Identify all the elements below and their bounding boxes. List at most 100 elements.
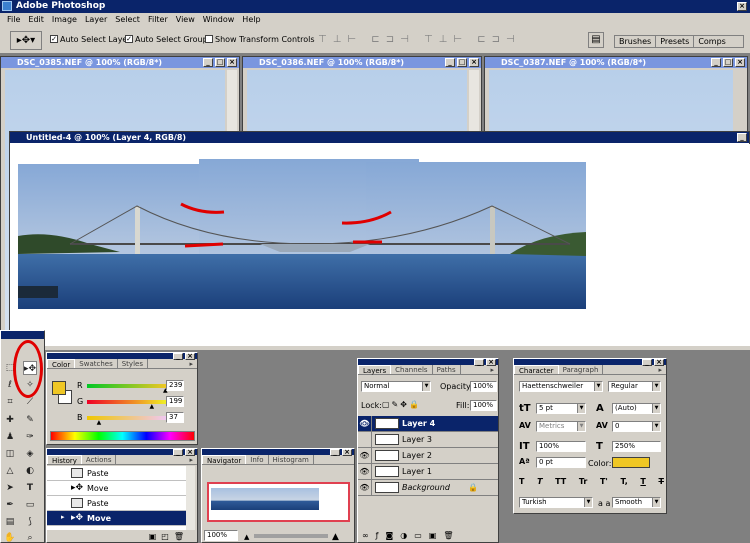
minimize-button[interactable]: _ <box>737 133 747 142</box>
layer-row[interactable]: Layer 3 <box>358 431 498 448</box>
navigator-preview[interactable] <box>207 482 350 522</box>
mask-icon[interactable]: ◙ <box>386 531 401 540</box>
history-item[interactable]: ▸ ▸✥ Move <box>47 511 187 526</box>
tab-navigator[interactable]: Navigator <box>202 455 247 465</box>
fill-field[interactable]: 100% <box>470 400 497 411</box>
eyedropper-tool-icon[interactable]: ⟆ <box>23 515 37 529</box>
align-buttons[interactable]: ⊤⊥⊢ ⊏⊐⊣ ⊤⊥⊢ ⊏⊐⊣ <box>318 34 573 46</box>
blue-value-field[interactable]: 37 <box>166 412 184 423</box>
zoom-out-icon[interactable]: ▲ <box>244 533 249 541</box>
minimize-button[interactable]: _ <box>445 58 455 67</box>
tracking-field[interactable]: 0 ▼ <box>612 421 661 432</box>
app-close-button[interactable]: × <box>737 2 747 11</box>
healing-brush-tool-icon[interactable]: ✚ <box>3 413 17 427</box>
history-item[interactable]: ▸✥ Move <box>47 481 187 496</box>
baseline-shift-field[interactable]: 0 pt <box>536 457 586 468</box>
menu-layer[interactable]: Layer <box>81 13 111 27</box>
notes-tool-icon[interactable]: ▤ <box>3 515 17 529</box>
lock-buttons[interactable]: ▢✎✥🔒 <box>382 400 421 409</box>
panel-menu-icon[interactable]: ▸ <box>185 359 197 368</box>
zoom-tool-icon[interactable]: ⌕ <box>23 531 37 543</box>
eraser-tool-icon[interactable]: ◫ <box>3 447 17 461</box>
subscript-button[interactable]: T, <box>620 477 627 489</box>
menu-select[interactable]: Select <box>111 13 144 27</box>
panel-close-button[interactable]: × <box>185 353 195 360</box>
tab-history[interactable]: History <box>47 455 82 465</box>
green-value-field[interactable]: 199 <box>166 396 184 407</box>
menu-help[interactable]: Help <box>238 13 264 27</box>
all-caps-button[interactable]: TT <box>555 477 566 489</box>
shape-tool-icon[interactable]: ▭ <box>23 498 37 512</box>
close-button[interactable]: × <box>735 58 745 67</box>
menu-file[interactable]: File <box>3 13 24 27</box>
document-window-untitled4[interactable]: Untitled-4 @ 100% (Layer 4, RGB/8) _ <box>9 131 750 347</box>
brush-tool-icon[interactable]: ✎ <box>23 413 37 427</box>
panel-minimize-button[interactable]: _ <box>474 359 484 366</box>
dodge-tool-icon[interactable]: ◐ <box>23 464 37 478</box>
visibility-eye-icon[interactable]: 👁 <box>358 463 372 480</box>
panel-close-button[interactable]: × <box>342 449 352 456</box>
faux-bold-button[interactable]: T <box>519 477 524 489</box>
auto-select-groups-checkbox[interactable]: ✓ <box>125 35 133 43</box>
red-slider[interactable] <box>87 384 171 388</box>
tab-color[interactable]: Color <box>47 359 76 369</box>
red-value-field[interactable]: 239 <box>166 380 184 391</box>
trash-icon[interactable]: 🗑 <box>443 531 460 540</box>
tab-styles[interactable]: Styles <box>118 359 148 368</box>
auto-select-layer-checkbox[interactable]: ✓ <box>50 35 58 43</box>
opacity-field[interactable]: 100% <box>470 381 497 392</box>
kerning-field[interactable]: Metrics ▼ <box>536 421 586 432</box>
palette-well-icon[interactable]: ▤ <box>588 32 604 48</box>
visibility-eye-icon[interactable]: 👁 <box>358 479 372 496</box>
minimize-button[interactable]: _ <box>203 58 213 67</box>
menu-edit[interactable]: Edit <box>24 13 48 27</box>
navigator-zoom-field[interactable]: 100% <box>204 530 238 541</box>
color-spectrum-ramp[interactable] <box>50 431 195 441</box>
panel-close-button[interactable]: × <box>486 359 496 366</box>
vertical-scale-field[interactable]: 100% <box>536 441 586 452</box>
tab-swatches[interactable]: Swatches <box>75 359 118 368</box>
new-document-from-state-icon[interactable]: ▣ <box>149 532 162 541</box>
panel-close-button[interactable]: × <box>654 359 664 366</box>
strikethrough-button[interactable]: T <box>658 477 663 489</box>
blend-mode-select[interactable]: Normal ▼ <box>361 381 431 392</box>
trash-icon[interactable]: 🗑 <box>174 532 189 541</box>
close-button[interactable]: × <box>469 58 479 67</box>
layer-row[interactable]: 👁 Layer 2 <box>358 447 498 464</box>
menu-image[interactable]: Image <box>48 13 81 27</box>
faux-italic-button[interactable]: T <box>537 477 542 489</box>
clone-stamp-tool-icon[interactable]: ♟ <box>3 430 17 444</box>
show-transform-checkbox[interactable] <box>205 35 213 43</box>
panorama-canvas[interactable] <box>10 144 750 347</box>
language-select[interactable]: Turkish ▼ <box>519 497 593 508</box>
palette-tab-presets[interactable]: Presets <box>656 36 695 47</box>
panel-minimize-button[interactable]: _ <box>173 449 183 456</box>
tab-info[interactable]: Info <box>246 455 269 464</box>
layer-row[interactable]: 👁 Layer 4 <box>358 415 498 432</box>
palette-tab-comps[interactable]: Comps <box>694 36 730 47</box>
blur-tool-icon[interactable]: △ <box>3 464 17 478</box>
panel-menu-icon[interactable]: ▸ <box>486 365 498 374</box>
tab-paths[interactable]: Paths <box>433 365 461 374</box>
panel-close-button[interactable]: × <box>185 449 195 456</box>
paint-bucket-tool-icon[interactable]: ◈ <box>23 447 37 461</box>
visibility-eye-icon[interactable] <box>358 431 372 448</box>
superscript-button[interactable]: T' <box>600 477 608 489</box>
panel-menu-icon[interactable]: ▸ <box>185 455 197 464</box>
menu-filter[interactable]: Filter <box>144 13 172 27</box>
path-selection-tool-icon[interactable]: ➤ <box>3 481 17 495</box>
close-button[interactable]: × <box>227 58 237 67</box>
visibility-eye-icon[interactable]: 👁 <box>358 447 372 464</box>
horizontal-scale-field[interactable]: 250% <box>612 441 661 452</box>
text-color-swatch[interactable] <box>612 457 650 468</box>
layer-row[interactable]: 👁 Background 🔒 <box>358 479 498 496</box>
new-layer-icon[interactable]: ▣ <box>429 531 444 540</box>
new-snapshot-icon[interactable]: ◰ <box>161 532 174 541</box>
font-style-select[interactable]: Regular ▼ <box>608 381 661 392</box>
tool-preset-picker[interactable]: ▸✥▾ <box>10 31 42 50</box>
tab-layers[interactable]: Layers <box>358 365 392 375</box>
tab-actions[interactable]: Actions <box>82 455 117 464</box>
green-slider-thumb[interactable]: ▲ <box>150 403 155 410</box>
tab-character[interactable]: Character <box>514 365 559 375</box>
tab-channels[interactable]: Channels <box>391 365 433 374</box>
